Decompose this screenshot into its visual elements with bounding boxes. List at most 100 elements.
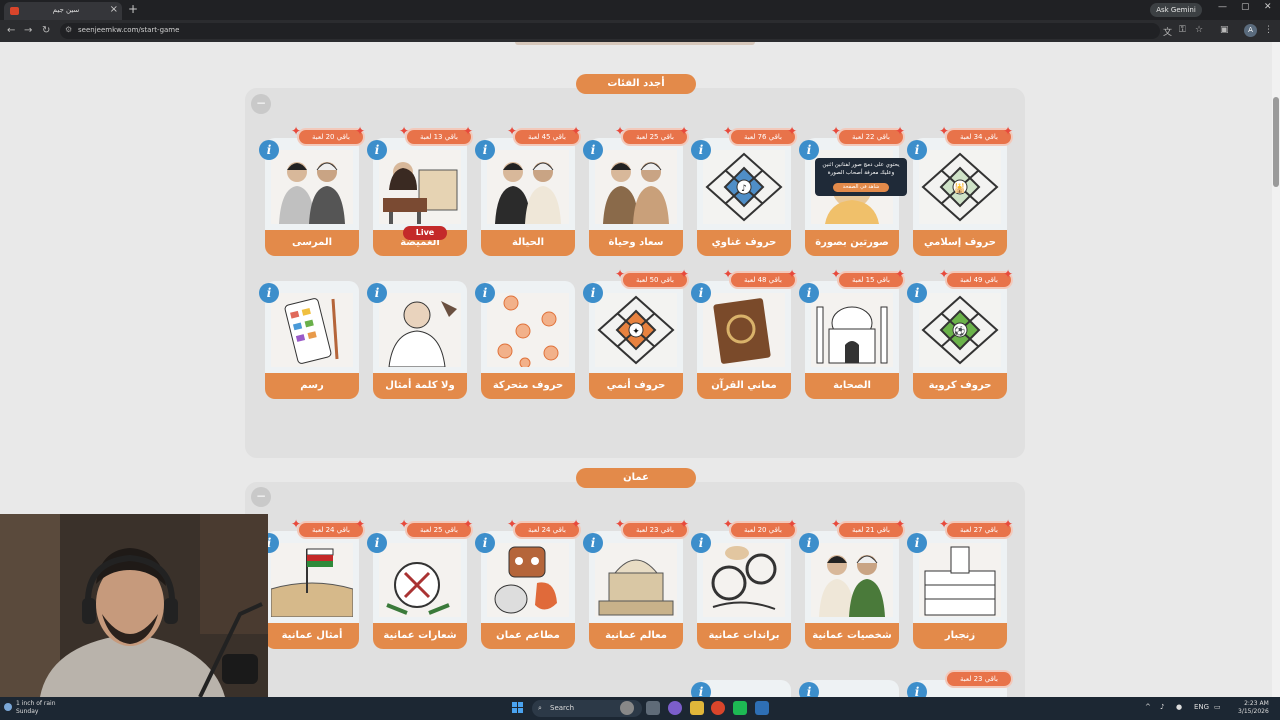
info-icon[interactable]: i xyxy=(367,283,387,303)
back-icon[interactable]: ← xyxy=(7,25,15,36)
category-card[interactable]: رسم i xyxy=(259,281,359,399)
section-title-oman: عمان xyxy=(576,468,696,488)
browser-tab[interactable]: سين جيم × xyxy=(4,2,122,20)
tooltip-button[interactable]: شاهد في الصفحة xyxy=(833,183,889,192)
info-icon[interactable]: i xyxy=(475,283,495,303)
close-window-icon[interactable]: ✕ xyxy=(1264,2,1272,12)
category-card[interactable]: الحيالة i باقي 45 لعبة ✦ ✦ xyxy=(475,124,581,256)
reload-icon[interactable]: ↻ xyxy=(42,25,50,36)
side-panel-icon[interactable]: ▣ xyxy=(1220,25,1229,35)
category-card[interactable]: ولا كلمة أمثال i xyxy=(367,281,467,399)
badge-sparkle-icon: ✦ xyxy=(1003,267,1014,281)
tab-close-icon[interactable]: × xyxy=(110,4,118,15)
collapse-button[interactable]: − xyxy=(251,94,271,114)
tray-mic-icon[interactable]: ● xyxy=(1176,703,1182,711)
category-card[interactable]: 🕌 حروف إسلامي i باقي 34 لعبة ✦ ✦ xyxy=(907,124,1013,256)
profile-avatar[interactable]: A xyxy=(1244,24,1257,37)
remaining-games-badge: باقي 21 لعبة xyxy=(839,523,903,537)
category-card[interactable]: صورتين بصورة i باقي 22 لعبة ✦ ✦ يحتوي على دمج… xyxy=(799,124,907,256)
info-icon[interactable]: i xyxy=(691,682,711,697)
maximize-icon[interactable]: ▢ xyxy=(1241,2,1250,12)
category-card[interactable]: ♪ حروف غناوي i باقي 76 لعبة ✦ ✦ xyxy=(691,124,797,256)
file-explorer-icon[interactable] xyxy=(690,701,704,715)
category-card[interactable]: المرسى i باقي 20 لعبة ✦ ✦ xyxy=(259,124,365,256)
info-icon[interactable]: i xyxy=(799,533,819,553)
category-card[interactable]: ✦ حروف أنمي i باقي 50 لعبة ✦ ✦ xyxy=(583,267,689,399)
section-title-newest: أجدد الفئات xyxy=(576,74,696,94)
weather-widget[interactable]: 1 inch of rain Sunday xyxy=(16,700,56,716)
info-icon[interactable]: i xyxy=(907,283,927,303)
rooster-restaurant-art xyxy=(487,543,569,617)
chat-app-icon[interactable] xyxy=(668,701,682,715)
category-label: المرسى xyxy=(265,230,359,256)
info-icon[interactable]: i xyxy=(475,533,495,553)
info-icon[interactable]: i xyxy=(907,140,927,160)
remaining-games-badge: باقي 20 لعبة xyxy=(299,130,363,144)
category-label: حروف أنمي xyxy=(589,373,683,399)
info-icon[interactable]: i xyxy=(691,140,711,160)
start-button[interactable] xyxy=(512,702,524,714)
category-card[interactable]: براندات عمانية i باقي 20 لعبة ✦ ✦ xyxy=(691,517,797,649)
language-indicator[interactable]: ENG xyxy=(1194,703,1209,711)
info-icon[interactable]: i xyxy=(691,283,711,303)
category-label: سعاد وحياة xyxy=(589,230,683,256)
badge-sparkle-icon: ✦ xyxy=(615,124,626,138)
category-card[interactable]: معاني القرآن i باقي 48 لعبة ✦ ✦ xyxy=(691,267,797,399)
weather-icon[interactable] xyxy=(4,703,12,711)
info-icon[interactable]: i xyxy=(799,283,819,303)
info-icon[interactable]: i xyxy=(259,283,279,303)
info-icon[interactable]: i xyxy=(367,533,387,553)
category-card[interactable]: سعاد وحياة i باقي 25 لعبة ✦ ✦ xyxy=(583,124,689,256)
info-icon[interactable]: i xyxy=(583,283,603,303)
page-scrollbar[interactable] xyxy=(1272,42,1280,697)
category-card[interactable]: أمثال عمانية i باقي 24 لعبة ✦ ✦ xyxy=(259,517,365,649)
new-tab-button[interactable]: + xyxy=(128,2,138,16)
category-card[interactable]: زنجبار i باقي 27 لعبة ✦ ✦ xyxy=(907,517,1013,649)
info-icon[interactable]: i xyxy=(259,140,279,160)
tray-chevron-icon[interactable]: ^ xyxy=(1145,703,1151,711)
category-card-partial[interactable]: i باقي 23 لعبة xyxy=(907,672,1011,697)
site-info-icon[interactable]: ⚙ xyxy=(65,25,72,34)
badge-sparkle-icon: ✦ xyxy=(615,517,626,531)
chrome-icon[interactable] xyxy=(711,701,725,715)
category-card[interactable]: الغميضة i باقي 13 لعبة ✦ ✦ Live xyxy=(367,124,473,256)
steam-icon[interactable] xyxy=(755,701,769,715)
scrollbar-thumb[interactable] xyxy=(1273,97,1279,187)
tray-network-icon[interactable]: ▭ xyxy=(1214,703,1221,711)
category-card[interactable]: معالم عمانية i باقي 23 لعبة ✦ ✦ xyxy=(583,517,689,649)
minimize-icon[interactable]: — xyxy=(1218,2,1227,12)
url-bar[interactable]: ⚙ seenjeemkw.com/start-game xyxy=(60,23,1160,39)
svg-text:⚽: ⚽ xyxy=(953,325,965,337)
info-icon[interactable]: i xyxy=(475,140,495,160)
info-icon[interactable]: i xyxy=(583,533,603,553)
browser-menu-icon[interactable]: ⋮ xyxy=(1264,25,1273,35)
info-icon[interactable]: i xyxy=(907,682,927,697)
info-icon[interactable]: i xyxy=(691,533,711,553)
taskbar-clock[interactable]: 2:23 AM 3/15/2026 xyxy=(1238,700,1269,716)
category-card[interactable]: الصحابة i باقي 15 لعبة ✦ ✦ xyxy=(799,267,905,399)
category-card[interactable]: ⚽ حروف كروية i باقي 49 لعبة ✦ ✦ xyxy=(907,267,1013,399)
category-card-partial[interactable]: i xyxy=(799,680,899,697)
info-icon[interactable]: i xyxy=(907,533,927,553)
green-app-icon[interactable] xyxy=(733,701,747,715)
category-card[interactable]: شخصيات عمانية i باقي 21 لعبة ✦ ✦ xyxy=(799,517,905,649)
category-card[interactable]: شعارات عمانية i باقي 25 لعبة ✦ ✦ xyxy=(367,517,473,649)
info-icon[interactable]: i xyxy=(583,140,603,160)
info-icon[interactable]: i xyxy=(367,140,387,160)
info-icon[interactable]: i xyxy=(799,682,819,697)
password-key-icon[interactable]: ⚿ xyxy=(1179,25,1186,35)
collapse-button[interactable]: − xyxy=(251,487,271,507)
forward-icon[interactable]: → xyxy=(24,25,32,36)
tray-volume-icon[interactable]: ♪ xyxy=(1160,703,1164,711)
ask-gemini-button[interactable]: Ask Gemini xyxy=(1150,3,1202,17)
category-card[interactable]: مطاعم عمان i باقي 24 لعبة ✦ ✦ xyxy=(475,517,581,649)
info-icon[interactable]: i xyxy=(799,140,819,160)
translate-icon[interactable]: 文 xyxy=(1163,25,1172,38)
category-label: ولا كلمة أمثال xyxy=(373,373,467,399)
badge-sparkle-icon: ✦ xyxy=(787,124,798,138)
task-view-icon[interactable] xyxy=(646,701,660,715)
category-card-partial[interactable]: i xyxy=(691,680,791,697)
copilot-icon[interactable] xyxy=(620,701,634,715)
bookmark-star-icon[interactable]: ☆ xyxy=(1195,25,1203,35)
category-card[interactable]: حروف متحركة i xyxy=(475,281,575,399)
